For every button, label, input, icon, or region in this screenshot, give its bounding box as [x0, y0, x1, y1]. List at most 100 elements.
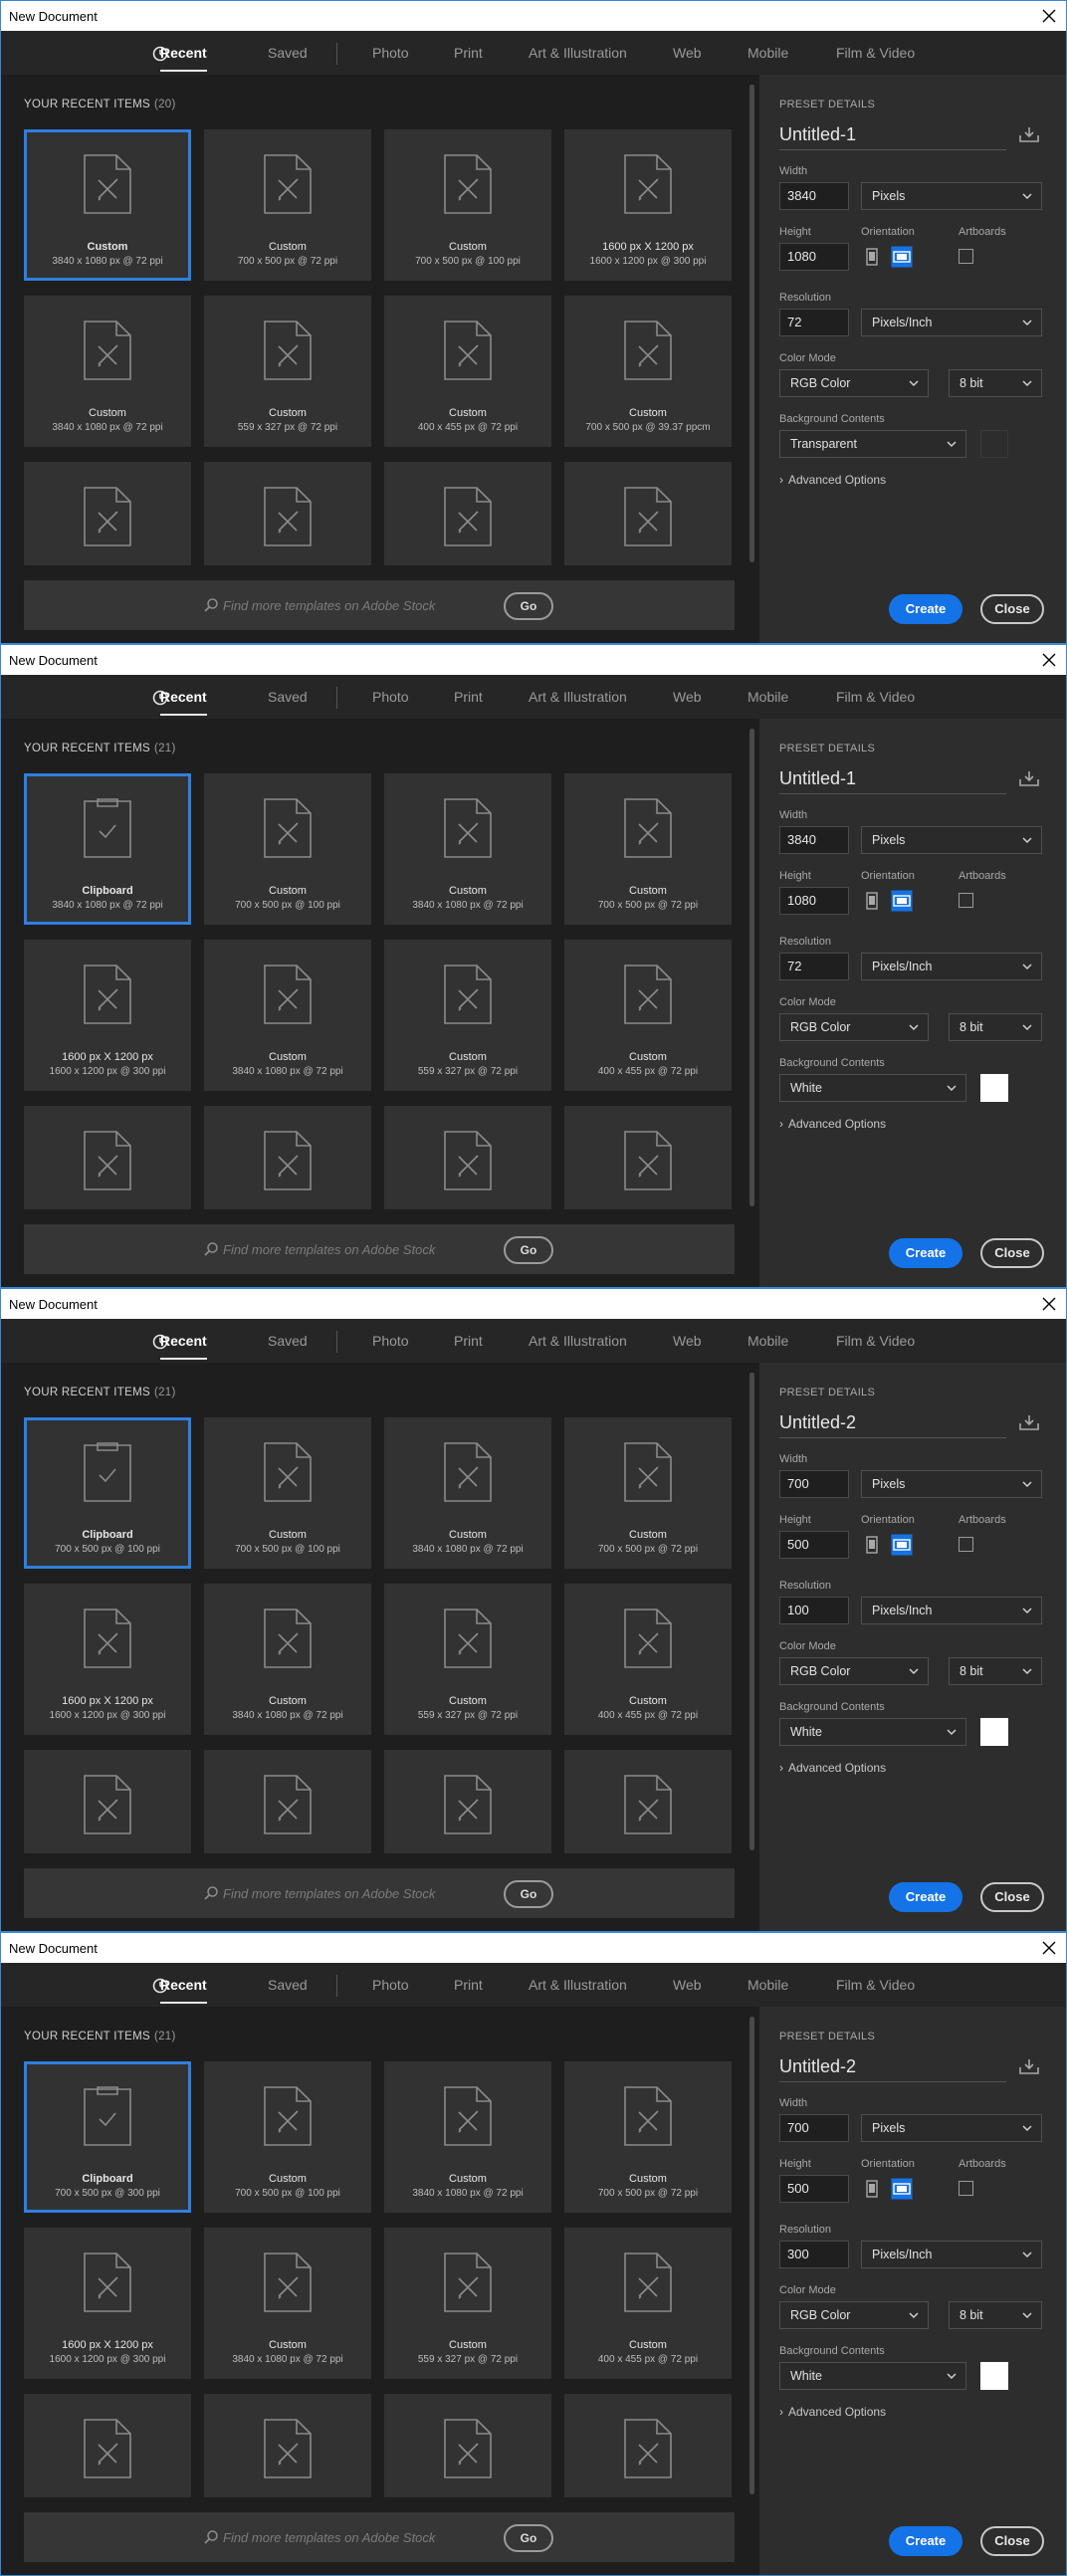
recent-item-card[interactable]: Clipboard 700 x 500 px @ 300 ppi [24, 2061, 191, 2213]
resolution-input[interactable]: 100 [779, 1597, 849, 1624]
bit-depth-select[interactable]: 8 bit [949, 2301, 1042, 2329]
width-unit-select[interactable]: Pixels [861, 2114, 1042, 2142]
resolution-unit-select[interactable]: Pixels/Inch [861, 1597, 1042, 1624]
stock-search-input[interactable] [223, 591, 522, 619]
height-input[interactable]: 500 [779, 1531, 849, 1559]
close-button[interactable]: Close [980, 1238, 1044, 1268]
width-unit-select[interactable]: Pixels [861, 826, 1042, 854]
recent-item-card[interactable]: Custom 700 x 500 px @ 72 ppi [204, 129, 371, 281]
height-input[interactable]: 1080 [779, 243, 849, 271]
height-input[interactable]: 500 [779, 2175, 849, 2203]
recent-item-card[interactable]: Custom 400 x 455 px @ 72 ppi [564, 940, 732, 1091]
width-input[interactable]: 3840 [779, 826, 849, 854]
resolution-input[interactable]: 72 [779, 953, 849, 980]
recent-item-card[interactable]: 1600 px X 1200 px 1600 x 1200 px @ 300 p… [564, 129, 732, 281]
landscape-orientation-icon[interactable] [891, 2178, 913, 2200]
tab-print[interactable]: Print [454, 1333, 483, 1349]
tab-photo[interactable]: Photo [372, 1333, 409, 1349]
recent-item-card[interactable]: Custom 3840 x 1080 px @ 72 ppi [204, 940, 371, 1091]
recent-item-card[interactable]: 1600 px X 1200 px 1600 x 1200 px @ 300 p… [24, 2228, 191, 2379]
portrait-orientation-icon[interactable] [861, 246, 883, 268]
close-button[interactable]: Close [980, 2526, 1044, 2556]
tab-saved[interactable]: Saved [268, 689, 308, 705]
tab-print[interactable]: Print [454, 1977, 483, 1993]
close-button[interactable]: Close [980, 594, 1044, 624]
stock-search-input[interactable] [223, 2523, 522, 2551]
tab-print[interactable]: Print [454, 689, 483, 705]
save-preset-icon[interactable] [1018, 769, 1040, 787]
resolution-input[interactable]: 72 [779, 309, 849, 336]
close-button[interactable]: Close [980, 1882, 1044, 1912]
stock-search-input[interactable] [223, 1879, 522, 1907]
recent-item-card[interactable] [24, 2394, 191, 2497]
recent-item-card[interactable]: Custom 559 x 327 px @ 72 ppi [204, 296, 371, 447]
scrollbar[interactable] [749, 1373, 754, 1850]
recent-item-card[interactable] [24, 1106, 191, 1209]
recent-item-card[interactable] [24, 1750, 191, 1853]
artboards-checkbox[interactable] [959, 2181, 973, 2196]
advanced-options-toggle[interactable]: › Advanced Options [779, 473, 886, 487]
recent-item-card[interactable]: Custom 700 x 500 px @ 100 ppi [204, 1417, 371, 1569]
create-button[interactable]: Create [889, 1882, 962, 1912]
scrollbar[interactable] [749, 729, 754, 1206]
width-input[interactable]: 700 [779, 1470, 849, 1498]
recent-item-card[interactable]: Custom 559 x 327 px @ 72 ppi [384, 940, 551, 1091]
background-color-swatch[interactable] [980, 1718, 1008, 1746]
document-name-field[interactable]: Untitled-2 [779, 2056, 1006, 2082]
tab-recent[interactable]: Recent [160, 1333, 207, 1360]
recent-item-card[interactable] [204, 1106, 371, 1209]
recent-item-card[interactable]: Custom 3840 x 1080 px @ 72 ppi [384, 1417, 551, 1569]
bit-depth-select[interactable]: 8 bit [949, 369, 1042, 397]
artboards-checkbox[interactable] [959, 249, 973, 264]
artboards-checkbox[interactable] [959, 1537, 973, 1552]
recent-item-card[interactable] [384, 462, 551, 565]
height-input[interactable]: 1080 [779, 887, 849, 915]
tab-mobile[interactable]: Mobile [747, 1333, 788, 1349]
document-name-field[interactable]: Untitled-2 [779, 1412, 1006, 1438]
tab-art-illustration[interactable]: Art & Illustration [529, 1977, 627, 1993]
recent-item-card[interactable]: Custom 3840 x 1080 px @ 72 ppi [204, 1584, 371, 1735]
tab-web[interactable]: Web [673, 1977, 702, 1993]
portrait-orientation-icon[interactable] [861, 2178, 883, 2200]
width-unit-select[interactable]: Pixels [861, 182, 1042, 210]
landscape-orientation-icon[interactable] [891, 1534, 913, 1556]
create-button[interactable]: Create [889, 594, 962, 624]
background-contents-select[interactable]: White [779, 1074, 966, 1102]
recent-item-card[interactable] [384, 2394, 551, 2497]
color-mode-select[interactable]: RGB Color [779, 1657, 929, 1685]
recent-item-card[interactable]: Custom 700 x 500 px @ 39.37 ppcm [564, 296, 732, 447]
width-input[interactable]: 700 [779, 2114, 849, 2142]
resolution-unit-select[interactable]: Pixels/Inch [861, 953, 1042, 980]
tab-saved[interactable]: Saved [268, 1977, 308, 1993]
go-button[interactable]: Go [504, 592, 553, 620]
tab-web[interactable]: Web [673, 689, 702, 705]
save-preset-icon[interactable] [1018, 2057, 1040, 2075]
resolution-unit-select[interactable]: Pixels/Inch [861, 2241, 1042, 2268]
scrollbar[interactable] [749, 2017, 754, 2494]
recent-item-card[interactable]: Custom 700 x 500 px @ 72 ppi [564, 1417, 732, 1569]
recent-item-card[interactable] [564, 462, 732, 565]
recent-item-card[interactable]: Custom 559 x 327 px @ 72 ppi [384, 2228, 551, 2379]
recent-item-card[interactable] [564, 1750, 732, 1853]
recent-item-card[interactable]: Custom 700 x 500 px @ 100 ppi [204, 2061, 371, 2213]
tab-film-video[interactable]: Film & Video [836, 689, 915, 705]
create-button[interactable]: Create [889, 1238, 962, 1268]
landscape-orientation-icon[interactable] [891, 246, 913, 268]
background-contents-select[interactable]: White [779, 1718, 966, 1746]
portrait-orientation-icon[interactable] [861, 890, 883, 912]
tab-web[interactable]: Web [673, 45, 702, 61]
tab-photo[interactable]: Photo [372, 689, 409, 705]
tab-art-illustration[interactable]: Art & Illustration [529, 1333, 627, 1349]
advanced-options-toggle[interactable]: › Advanced Options [779, 1117, 886, 1131]
background-color-swatch[interactable] [980, 1074, 1008, 1102]
color-mode-select[interactable]: RGB Color [779, 2301, 929, 2329]
recent-item-card[interactable]: Clipboard 3840 x 1080 px @ 72 ppi [24, 773, 191, 925]
color-mode-select[interactable]: RGB Color [779, 369, 929, 397]
recent-item-card[interactable]: Custom 700 x 500 px @ 100 ppi [204, 773, 371, 925]
document-name-field[interactable]: Untitled-1 [779, 768, 1006, 794]
bit-depth-select[interactable]: 8 bit [949, 1657, 1042, 1685]
tab-mobile[interactable]: Mobile [747, 45, 788, 61]
width-unit-select[interactable]: Pixels [861, 1470, 1042, 1498]
bit-depth-select[interactable]: 8 bit [949, 1013, 1042, 1041]
tab-recent[interactable]: Recent [160, 1977, 207, 2004]
